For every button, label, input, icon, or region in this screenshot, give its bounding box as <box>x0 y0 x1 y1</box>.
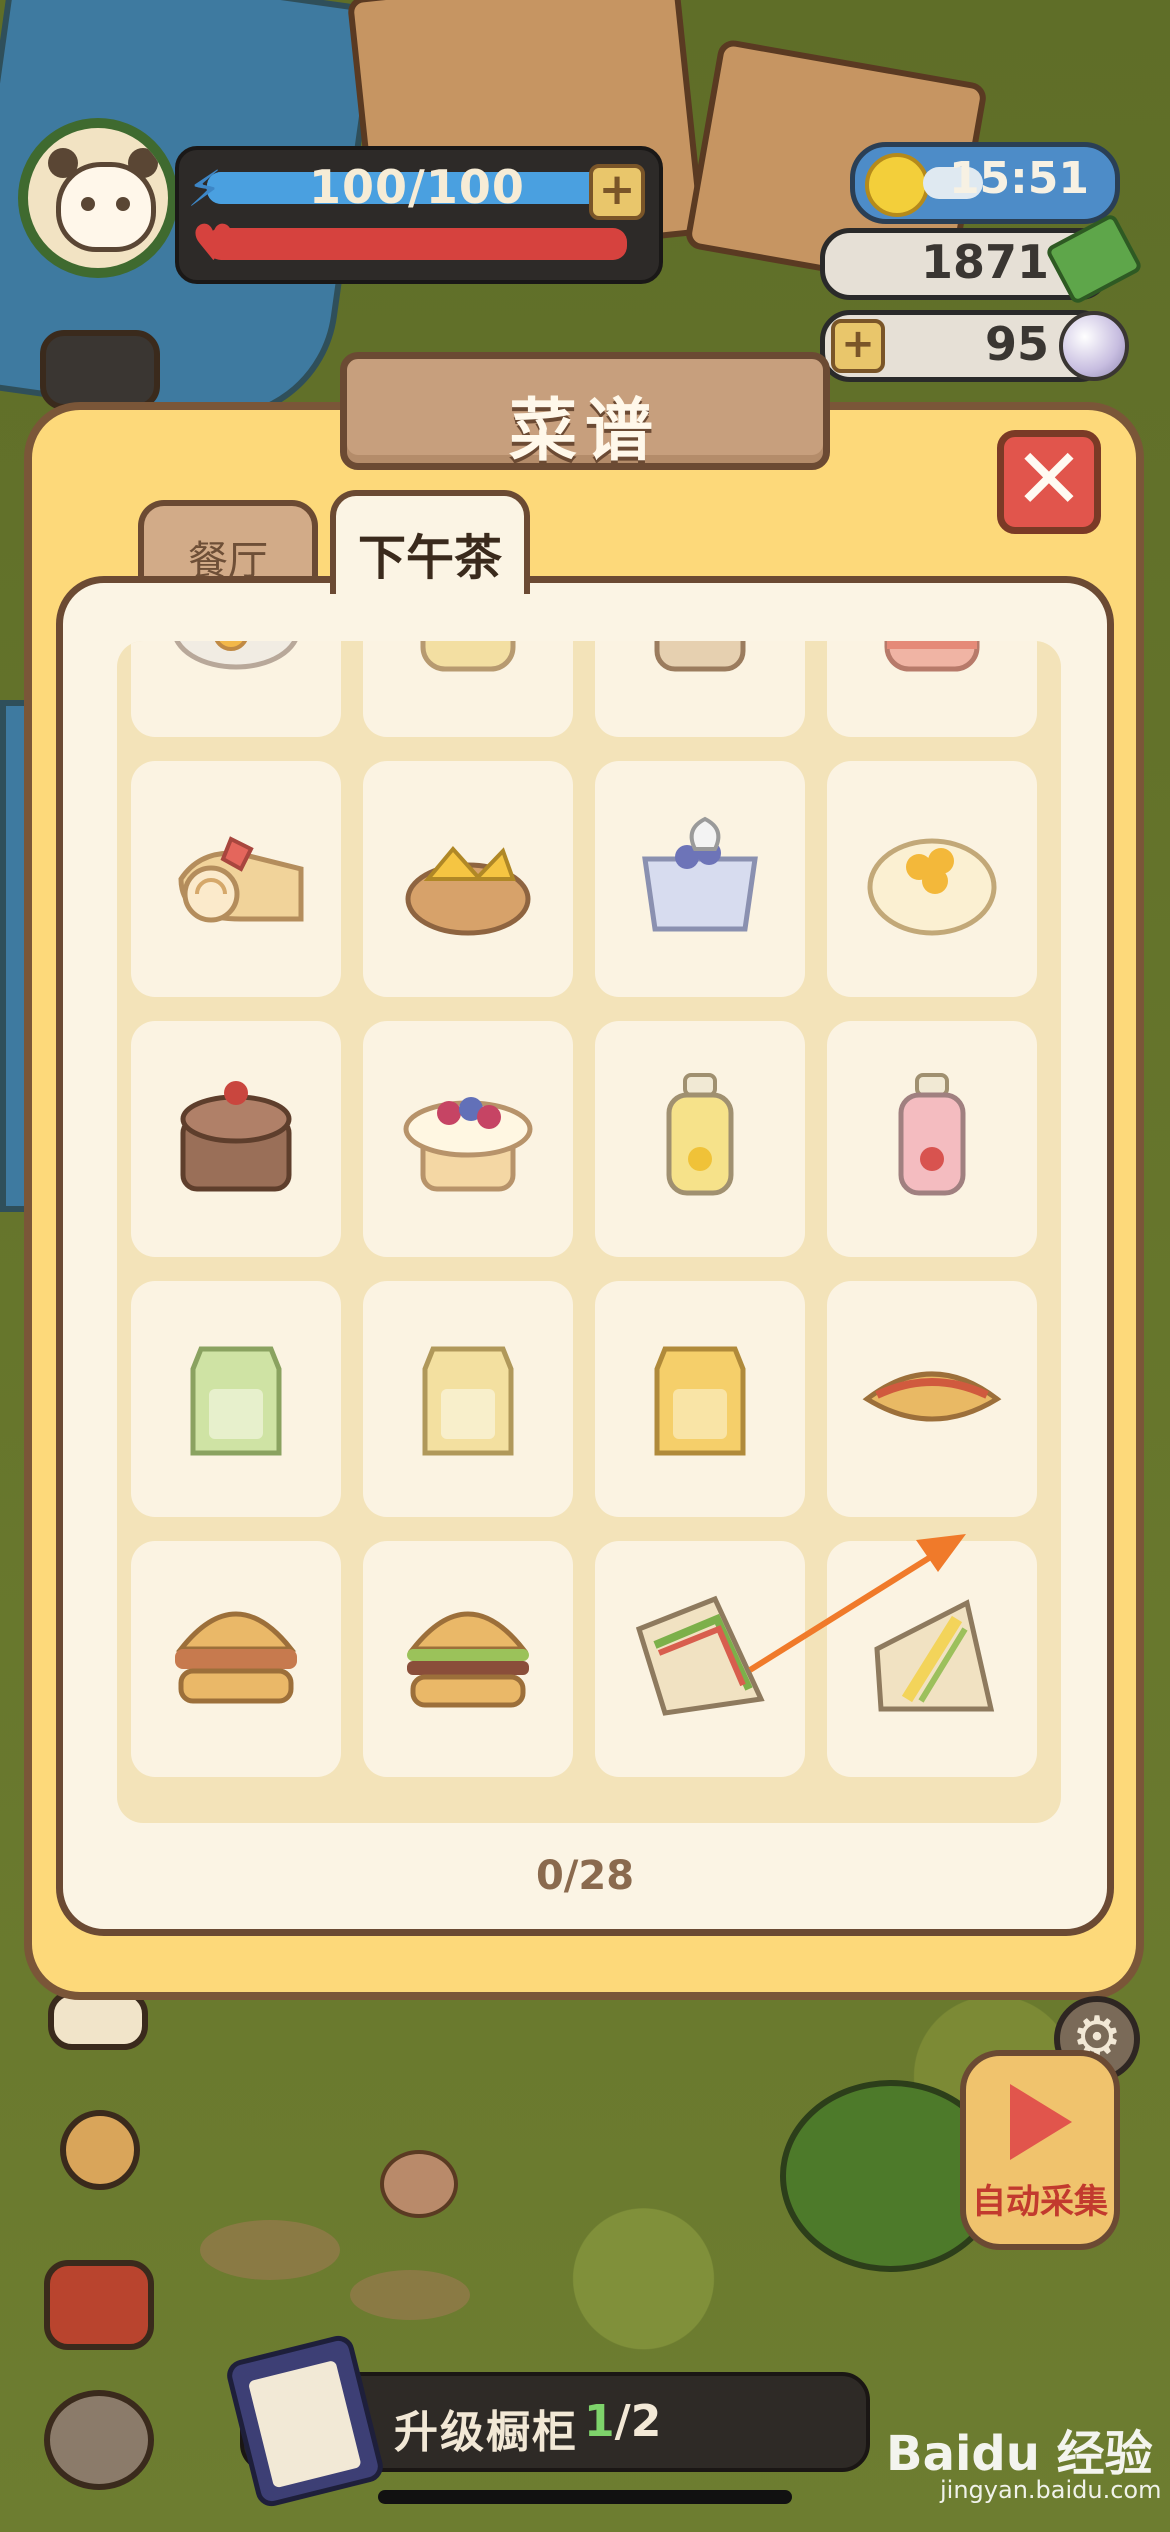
dirt-patch <box>350 2270 470 2320</box>
panda-face <box>56 162 156 252</box>
recipe-item-strawberry-swiss-roll[interactable] <box>131 761 341 997</box>
paw-icon[interactable] <box>44 2390 154 2490</box>
recipe-item-strawberry-milk-bottle[interactable] <box>827 1021 1037 1257</box>
game-time: 15:51 <box>948 153 1089 204</box>
recipe-item-mango-tart[interactable] <box>363 761 573 997</box>
pearl-value: 95 <box>984 317 1049 371</box>
close-button[interactable]: ✕ <box>997 430 1101 534</box>
backpack-icon[interactable] <box>44 2260 154 2350</box>
upgrade-label: 升级橱柜 <box>394 2407 578 2458</box>
recipe-item-matcha-milk-carton[interactable] <box>131 1281 341 1517</box>
annotation-arrow-icon <box>748 1534 966 1673</box>
status-bars: ⚡ ♥ 100/100 + <box>175 146 663 284</box>
watermark-logo: Baidu 经验 <box>886 2426 1153 2482</box>
recipe-item-taco[interactable] <box>827 1281 1037 1517</box>
weather-time-display: 15:51 <box>850 142 1120 224</box>
add-pearl-button[interactable]: + <box>831 319 885 373</box>
sun-icon <box>865 153 929 217</box>
upgrade-current: 1 <box>584 2396 615 2447</box>
player-avatar[interactable] <box>18 118 178 278</box>
panda-menu-button[interactable] <box>40 330 160 410</box>
add-energy-button[interactable]: + <box>589 164 645 220</box>
energy-value: 100/100 <box>309 160 525 214</box>
upgrade-total: /2 <box>614 2396 662 2447</box>
watermark-url: jingyan.baidu.com <box>940 2476 1162 2504</box>
upgrade-progress: 1/2 <box>584 2396 661 2447</box>
recipe-item-chocolate-layer-cake[interactable] <box>131 1021 341 1257</box>
strawberry-milk-icon <box>898 1073 966 1196</box>
money-counter: 1871 <box>820 212 1144 306</box>
money-value: 1871 <box>920 235 1049 289</box>
blueberry-pudding-icon <box>642 816 758 932</box>
dialog-title: 菜谱 <box>508 392 661 471</box>
mango-tart-icon <box>405 845 531 936</box>
recipe-item-banana-milk-carton[interactable] <box>363 1281 573 1517</box>
recipe-item-blueberry-pudding-cup[interactable] <box>595 761 805 997</box>
pearl-icon <box>1059 311 1129 381</box>
berry-cake-icon <box>403 1097 533 1192</box>
recipe-item-caramel-popcorn-bowl[interactable] <box>131 641 341 737</box>
recipe-item-mango-cream-cake[interactable] <box>827 761 1037 997</box>
chicken-burger-icon <box>175 1611 297 1704</box>
mushroom-cluster <box>380 2150 458 2218</box>
banana-carton-icon <box>422 1346 514 1456</box>
mango-cream-cake-icon <box>867 838 997 936</box>
strawberry-cake-jar-icon <box>884 641 980 672</box>
chocolate-cake-icon <box>180 1081 292 1192</box>
heart-icon: ♥ <box>191 214 236 272</box>
recipe-item-chicken-burger[interactable] <box>131 1541 341 1777</box>
pudding-jar-icon <box>420 641 516 672</box>
taco-icon <box>862 1371 1002 1422</box>
auto-collect-button[interactable]: 自动采集 <box>960 2050 1120 2250</box>
lightning-icon: ⚡ <box>187 160 223 218</box>
recipe-item-strawberry-cake-jar[interactable] <box>827 641 1037 737</box>
collection-progress: 0/28 <box>535 1853 635 1899</box>
beef-burger-icon <box>407 1611 529 1708</box>
recipe-item-chocolate-muffin[interactable] <box>595 641 805 737</box>
pearl-counter: + 95 <box>820 310 1129 382</box>
recipe-item-berry-cream-cake[interactable] <box>363 1021 573 1257</box>
tab-afternoon-tea[interactable]: 下午茶 <box>330 490 530 594</box>
recipe-item-beef-burger[interactable] <box>363 1541 573 1777</box>
matcha-carton-icon <box>190 1346 282 1456</box>
chocolate-muffin-icon <box>654 641 746 672</box>
avatar-eye <box>81 197 95 211</box>
home-indicator[interactable] <box>378 2490 792 2504</box>
magnifier-icon[interactable] <box>60 2110 140 2190</box>
clipboard-paper <box>247 2359 362 2489</box>
health-bar <box>207 228 627 260</box>
mango-carton-icon <box>654 1346 746 1456</box>
auto-collect-label: 自动采集 <box>972 2182 1108 2222</box>
recipe-panel: 0/28 <box>56 576 1114 1936</box>
recipe-item-mango-milk-carton[interactable] <box>595 1281 805 1517</box>
popcorn-bowl-icon <box>174 641 298 670</box>
recipe-item-pudding-jar[interactable] <box>363 641 573 737</box>
play-icon <box>1010 2084 1072 2160</box>
dialog-title-plaque: 菜谱 <box>340 352 830 471</box>
lemon-juice-icon <box>666 1073 734 1196</box>
swiss-roll-icon <box>178 836 304 923</box>
recipe-item-lemon-juice-bottle[interactable] <box>595 1021 805 1257</box>
avatar-eye <box>116 197 130 211</box>
dirt-patch <box>200 2220 340 2280</box>
